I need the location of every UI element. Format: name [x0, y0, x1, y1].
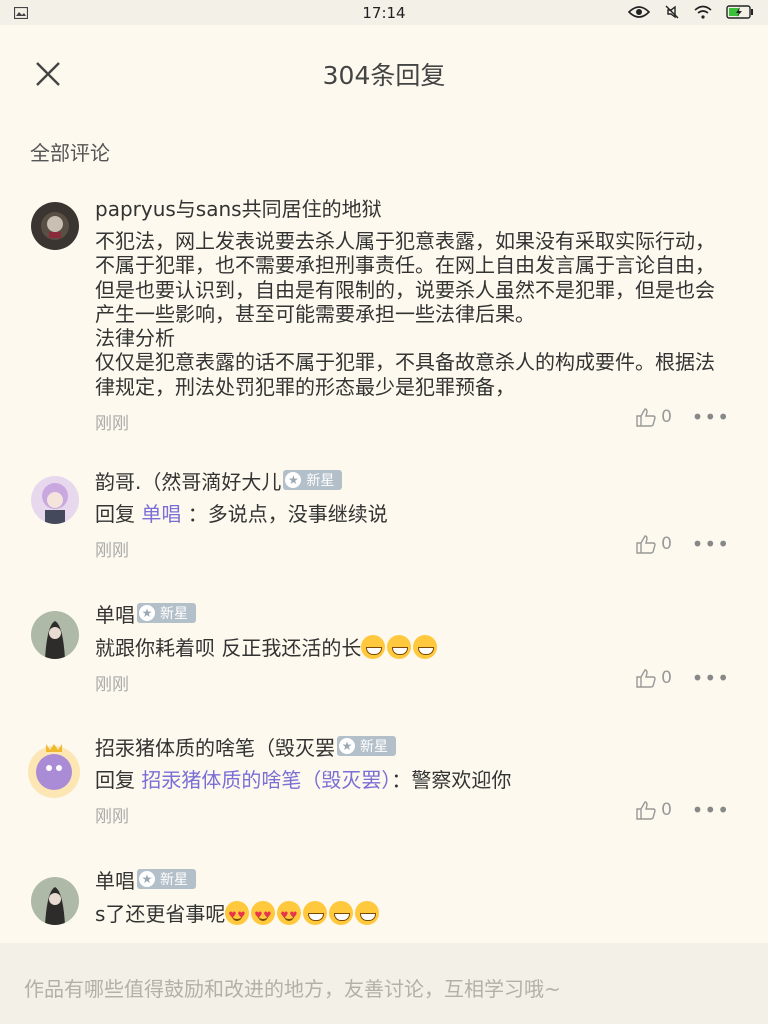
- thumbs-up-icon: [636, 801, 656, 820]
- heart-eyes-emoji-icon: [251, 901, 276, 928]
- mute-icon: [664, 4, 680, 24]
- like-count: 0: [661, 800, 672, 821]
- star-icon: ★: [139, 605, 155, 621]
- comment-time: 刚刚: [95, 675, 129, 696]
- comment-username[interactable]: 单唱: [95, 865, 135, 894]
- thumbs-up-icon: [636, 669, 656, 688]
- avatar[interactable]: [31, 611, 79, 659]
- section-label: 全部评论: [30, 141, 110, 165]
- grin-emoji-icon: [413, 635, 438, 659]
- comment-text: 回复 单唱 ：多说点，没事继续说: [95, 502, 388, 526]
- status-badge: ★ 新星: [137, 603, 196, 623]
- grin-emoji-icon: [361, 635, 386, 659]
- comment-text: 回复 招汞猪体质的啥笔（毁灭罢）：警察欢迎你: [95, 768, 512, 792]
- like-button[interactable]: 0: [635, 407, 672, 427]
- star-icon: ★: [139, 871, 155, 887]
- comment-time: 刚刚: [95, 807, 129, 828]
- more-dots-icon: •••: [691, 798, 730, 823]
- like-count: 0: [661, 668, 672, 689]
- like-button[interactable]: 0: [635, 668, 672, 688]
- comment-input-bar[interactable]: 作品有哪些值得鼓励和改进的地方，友善讨论，互相学习哦~: [0, 943, 768, 1024]
- grin-emoji-icon: [387, 635, 412, 659]
- like-count: 0: [661, 534, 672, 555]
- reply-target-link[interactable]: 单唱: [141, 502, 181, 526]
- heart-eyes-emoji-icon: [277, 901, 302, 928]
- more-dots-icon: •••: [691, 666, 730, 691]
- grin-emoji-icon: [303, 901, 328, 925]
- heart-eyes-emoji-icon: [225, 901, 250, 928]
- avatar[interactable]: [31, 202, 79, 250]
- thumbs-up-icon: [636, 535, 656, 554]
- comment-text: s了还更省事呢: [95, 901, 730, 928]
- status-badge: ★ 新星: [137, 869, 196, 889]
- comment-username[interactable]: 韵哥.（然哥滴好大儿: [95, 466, 281, 495]
- page-title: 304条回复: [322, 61, 446, 90]
- more-button[interactable]: •••: [692, 666, 730, 690]
- status-badge: ★ 新星: [283, 470, 343, 490]
- status-bar: 17:14: [0, 0, 768, 25]
- status-badge: ★ 新星: [337, 736, 396, 756]
- comment-time: 刚刚: [95, 541, 129, 562]
- comment-username[interactable]: papryus与sans共同居住的地狱: [95, 193, 382, 222]
- wifi-icon: [694, 5, 712, 23]
- eye-icon: [627, 5, 651, 23]
- header: 304条回复: [0, 25, 768, 120]
- comment-text: 不犯法，网上发表说要去杀人属于犯意表露，如果没有采取实际行动，不属于犯罪，也不需…: [95, 229, 715, 399]
- avatar[interactable]: [31, 476, 79, 524]
- avatar[interactable]: [24, 740, 84, 800]
- comment-input[interactable]: 作品有哪些值得鼓励和改进的地方，友善讨论，互相学习哦~: [24, 973, 561, 1002]
- more-button[interactable]: •••: [692, 405, 730, 429]
- more-button[interactable]: •••: [692, 532, 730, 556]
- battery-icon: [726, 4, 754, 24]
- star-icon: ★: [339, 738, 355, 754]
- grin-emoji-icon: [329, 901, 354, 925]
- comment-username[interactable]: 招汞猪体质的啥笔（毁灭罢: [95, 732, 335, 761]
- thumbs-up-icon: [636, 408, 656, 427]
- more-button[interactable]: •••: [692, 798, 730, 822]
- like-button[interactable]: 0: [635, 534, 672, 554]
- like-count: 0: [661, 407, 672, 428]
- reply-target-link[interactable]: 招汞猪体质的啥笔（毁灭罢）: [141, 768, 391, 792]
- more-dots-icon: •••: [691, 405, 730, 430]
- comment-time: 刚刚: [95, 414, 129, 435]
- comment-text: 就跟你耗着呗 反正我还活的长: [95, 635, 730, 660]
- avatar[interactable]: [31, 877, 79, 925]
- more-dots-icon: •••: [691, 532, 730, 557]
- grin-emoji-icon: [355, 901, 380, 925]
- star-icon: ★: [285, 472, 302, 488]
- like-button[interactable]: 0: [635, 800, 672, 820]
- comment-username[interactable]: 单唱: [95, 599, 135, 628]
